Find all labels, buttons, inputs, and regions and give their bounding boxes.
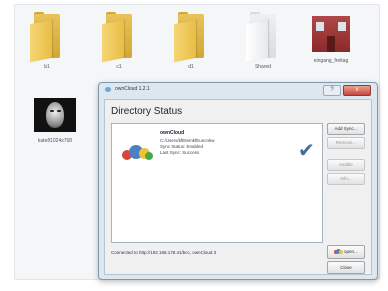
window-title: ownCloud 1.2.1 bbox=[115, 86, 150, 92]
owncloud-small-icon bbox=[334, 249, 343, 254]
file-eingang-freitag[interactable]: eingang_freitag bbox=[312, 16, 350, 64]
folder-shared[interactable]: Shared bbox=[246, 12, 280, 70]
sync-entry-path: C:/Users/kfEtemkfEuncnkw bbox=[160, 138, 215, 143]
help-button[interactable]: ? bbox=[323, 85, 341, 96]
open-button-label: open... bbox=[344, 249, 358, 254]
title-bar[interactable]: ownCloud 1.2.1 ? x bbox=[99, 83, 377, 97]
info-button[interactable]: info... bbox=[327, 173, 365, 185]
folder-label: c1 bbox=[116, 64, 122, 70]
sync-entry-name: ownCloud bbox=[160, 130, 185, 136]
house-photo-thumbnail bbox=[312, 16, 350, 52]
folder-icon bbox=[246, 12, 280, 63]
remove-button[interactable]: Remove... bbox=[327, 137, 365, 149]
folder-c1[interactable]: c1 bbox=[102, 12, 136, 70]
folder-icon bbox=[30, 12, 64, 63]
owncloud-app-icon bbox=[105, 87, 111, 92]
dialog-body: Directory Status ownCloud C:/Users/kfEte… bbox=[104, 99, 372, 275]
folder-d1[interactable]: d1 bbox=[174, 12, 208, 70]
file-kate[interactable]: kate81024x768 bbox=[34, 98, 76, 144]
add-sync-button[interactable]: Add Sync... bbox=[327, 123, 365, 135]
folder-label: d1 bbox=[188, 64, 194, 70]
window-close-button[interactable]: x bbox=[343, 85, 371, 96]
enable-button[interactable]: enable bbox=[327, 159, 365, 171]
close-button[interactable]: Close bbox=[327, 261, 365, 274]
sync-entry-last-sync: Last Sync: Success bbox=[160, 150, 200, 155]
file-label: eingang_freitag bbox=[313, 58, 349, 64]
owncloud-dialog: ownCloud 1.2.1 ? x Directory Status ownC… bbox=[98, 82, 378, 280]
folder-label: b1 bbox=[44, 64, 50, 70]
page-title: Directory Status bbox=[111, 106, 183, 117]
owncloud-logo-icon bbox=[122, 142, 154, 162]
open-button[interactable]: open... bbox=[327, 245, 365, 259]
checkmark-icon: ✔ bbox=[298, 140, 315, 162]
connection-status: Connected to http://192.168.178.41/bcc, … bbox=[111, 250, 217, 255]
folder-b1[interactable]: b1 bbox=[30, 12, 64, 70]
sync-folder-list[interactable]: ownCloud C:/Users/kfEtemkfEuncnkw Sync S… bbox=[111, 123, 323, 243]
folder-icon bbox=[174, 12, 208, 63]
folder-icon bbox=[102, 12, 136, 63]
folder-label: Shared bbox=[254, 64, 272, 70]
file-label: kate81024x768 bbox=[37, 138, 73, 144]
sync-entry-status: Sync Status: Enabled bbox=[160, 144, 204, 149]
portrait-photo-thumbnail bbox=[34, 98, 76, 132]
